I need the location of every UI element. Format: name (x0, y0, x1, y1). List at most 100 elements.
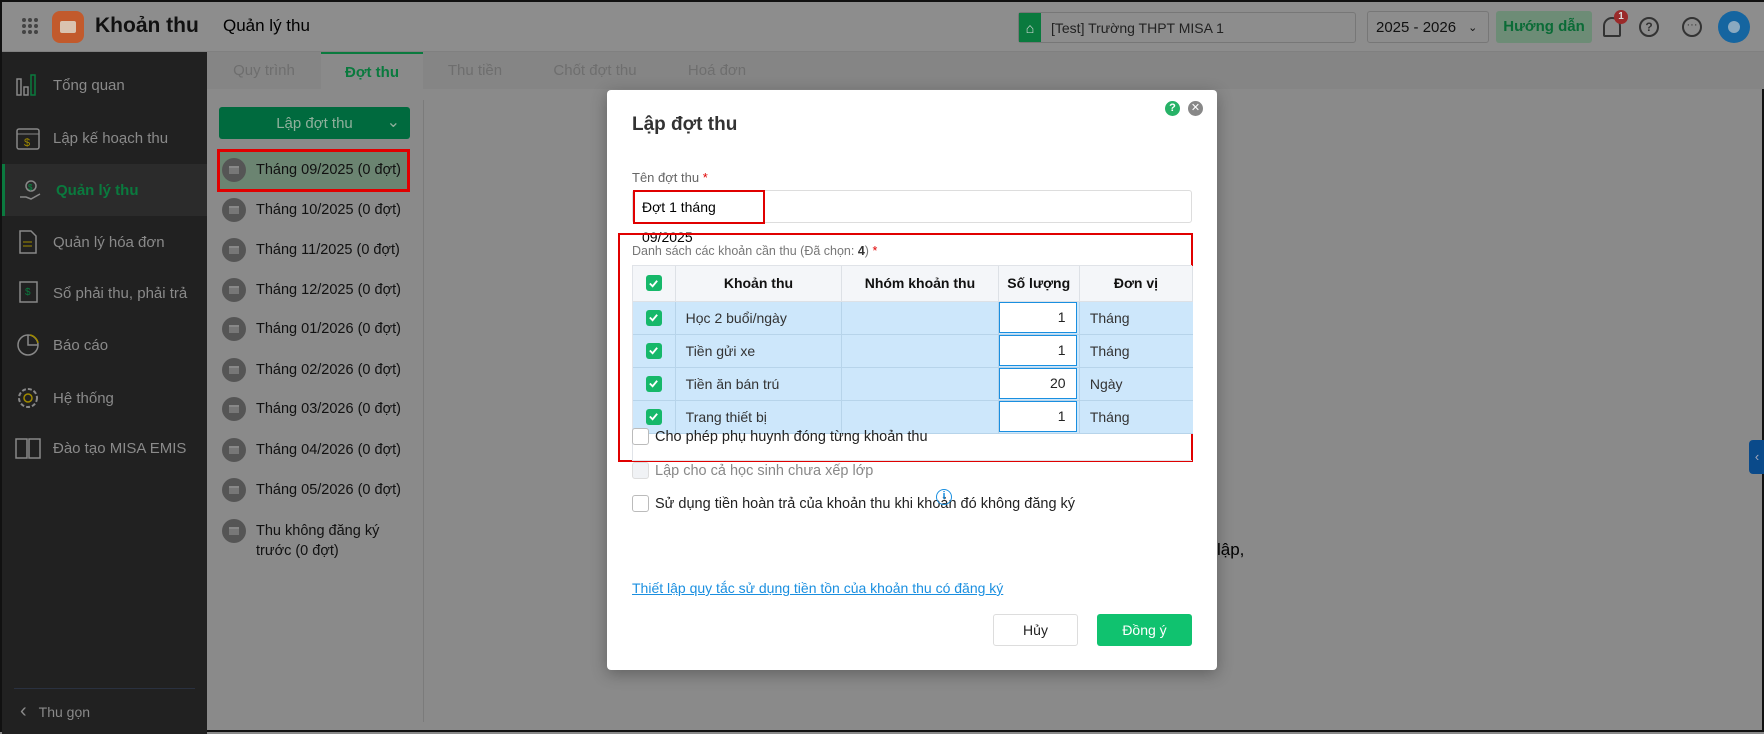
collapse-button[interactable]: ‹ Thu gọn (20, 700, 90, 723)
item-unit: Tháng (1079, 334, 1193, 368)
period-list-item[interactable]: Tháng 10/2025 (0 đợt) (222, 198, 410, 222)
row-select-cell (633, 367, 676, 401)
chevron-down-icon[interactable]: ⌄ (387, 112, 400, 132)
document-icon (13, 227, 43, 257)
sidebar-item[interactable]: Hệ thống (2, 372, 207, 424)
calendar-icon (222, 158, 246, 182)
quantity-input[interactable]: 1 (998, 401, 1077, 432)
app-name: Khoản thu (95, 14, 199, 37)
bar-chart-icon (13, 70, 43, 100)
sidebar-item[interactable]: $ Quản lý thu (2, 164, 207, 216)
period-label: Tháng 03/2026 (0 đợt) (256, 401, 401, 417)
quantity-input[interactable]: 1 (998, 302, 1077, 333)
period-list-item[interactable]: Tháng 02/2026 (0 đợt) (222, 358, 410, 382)
qty-cell: 20 (998, 367, 1080, 401)
side-panel-toggle[interactable]: ‹ (1749, 440, 1764, 474)
quantity-input[interactable]: 1 (998, 335, 1077, 366)
sidebar-item[interactable]: $ Lập kế hoạch thu (2, 112, 207, 164)
row-select-cell (633, 334, 676, 368)
tab-bar: Quy trình Đợt thu Thu tiền Chốt đợt thu … (207, 52, 1764, 89)
quantity-input[interactable]: 20 (998, 368, 1077, 399)
option-label: Lập cho cả học sinh chưa xếp lớp (655, 462, 874, 479)
sidebar-item[interactable]: Tổng quan (2, 59, 207, 111)
guide-button[interactable]: Hướng dẫn (1496, 11, 1592, 43)
period-label: Tháng 10/2025 (0 đợt) (256, 202, 401, 218)
ledger-icon: $ (13, 278, 43, 308)
svg-text:$: $ (24, 137, 30, 149)
tab-hoa-don[interactable]: Hoá đơn (663, 52, 771, 89)
calendar-icon (222, 397, 246, 421)
option-checkbox[interactable] (632, 495, 649, 512)
items-label-text: Danh sách các khoản cần thu (Đã chọn: (632, 244, 858, 258)
select-all-checkbox[interactable] (645, 275, 662, 292)
tab-dot-thu[interactable]: Đợt thu (321, 52, 423, 89)
option-checkbox (632, 462, 649, 479)
more-icon[interactable]: ··· (1682, 17, 1702, 37)
period-list-item[interactable]: Tháng 09/2025 (0 đợt) (222, 158, 410, 182)
sidebar-divider (14, 688, 195, 689)
close-icon[interactable]: ✕ (1188, 101, 1203, 116)
period-list-item[interactable]: Tháng 12/2025 (0 đợt) (222, 278, 410, 302)
svg-text:$: $ (28, 183, 33, 192)
period-label: Tháng 01/2026 (0 đợt) (256, 321, 401, 337)
option-checkbox[interactable] (632, 428, 649, 445)
svg-text:$: $ (25, 287, 31, 298)
qty-cell: 1 (998, 301, 1080, 335)
sidebar-item[interactable]: $ Sổ phải thu, phải trả (2, 267, 207, 319)
select-all-cell (633, 266, 676, 302)
period-list-item[interactable]: Tháng 01/2026 (0 đợt) (222, 317, 410, 341)
help-icon[interactable]: ? (1165, 101, 1180, 116)
help-icon[interactable]: ? (1639, 17, 1659, 37)
period-label: Thu không đăng ký trước (0 đợt) (256, 523, 380, 559)
required-mark: * (702, 170, 708, 185)
cancel-button[interactable]: Hủy (993, 614, 1078, 646)
row-checkbox[interactable] (645, 375, 662, 392)
table-row[interactable]: Học 2 buổi/ngày 1 Tháng (633, 301, 1193, 335)
calendar-icon (222, 317, 246, 341)
col-header-name: Khoản thu (675, 266, 843, 302)
sidebar-item[interactable]: Báo cáo (2, 319, 207, 371)
period-list-item[interactable]: Tháng 11/2025 (0 đợt) (222, 238, 410, 262)
school-year-select[interactable]: 2025 - 2026 ⌄ (1367, 11, 1489, 43)
table-row[interactable]: Tiền ăn bán trú 20 Ngày (633, 367, 1193, 401)
name-label: Tên đợt thu (632, 170, 700, 185)
calendar-dollar-icon: $ (13, 123, 43, 153)
option-checkbox-row[interactable]: Sử dụng tiền hoàn trả của khoản thu khi … (632, 495, 1075, 512)
school-name: [Test] Trường THPT MISA 1 (1051, 19, 1224, 36)
sidebar-item[interactable]: Đào tạo MISA EMIS (2, 422, 207, 474)
row-select-cell (633, 301, 676, 335)
avatar[interactable] (1718, 11, 1750, 43)
period-list-item[interactable]: Tháng 04/2026 (0 đợt) (222, 438, 410, 462)
period-list-item[interactable]: Thu không đăng ký trước (0 đợt) (222, 519, 410, 561)
name-label-row: Tên đợt thu * (632, 170, 708, 185)
calendar-icon (222, 278, 246, 302)
period-list-item[interactable]: Tháng 05/2026 (0 đợt) (222, 478, 410, 502)
sidebar-item[interactable]: Quản lý hóa đơn (2, 216, 207, 268)
confirm-button[interactable]: Đồng ý (1097, 614, 1192, 646)
app-grid-icon[interactable] (22, 18, 38, 34)
tab-thu-tien[interactable]: Thu tiền (423, 52, 527, 89)
period-label: Tháng 04/2026 (0 đợt) (256, 442, 401, 458)
item-unit: Ngày (1079, 367, 1193, 401)
sidebar-item-label: Hệ thống (53, 389, 114, 407)
app-logo (52, 11, 84, 43)
school-selector[interactable]: ⌂ [Test] Trường THPT MISA 1 (1018, 12, 1356, 43)
tab-chot-dot-thu[interactable]: Chốt đợt thu (527, 52, 663, 89)
table-row[interactable]: Tiền gửi xe 1 Tháng (633, 334, 1193, 368)
option-label: Cho phép phụ huynh đóng từng khoản thu (655, 428, 928, 445)
item-name: Tiền gửi xe (675, 334, 843, 368)
selected-count: 4 (857, 244, 865, 258)
background-text: lập, (1217, 540, 1245, 559)
tab-quy-trinh[interactable]: Quy trình (207, 52, 321, 89)
required-mark: * (872, 244, 878, 258)
info-icon[interactable]: i (936, 489, 952, 505)
row-checkbox[interactable] (645, 408, 662, 425)
row-checkbox[interactable] (645, 309, 662, 326)
option-checkbox-row[interactable]: Cho phép phụ huynh đóng từng khoản thu (632, 428, 928, 445)
item-group (841, 301, 999, 335)
create-period-button[interactable]: Lập đợt thu ⌄ (219, 107, 410, 139)
row-checkbox[interactable] (645, 342, 662, 359)
period-list-item[interactable]: Tháng 03/2026 (0 đợt) (222, 397, 410, 421)
settings-link[interactable]: Thiết lập quy tắc sử dụng tiền tồn của k… (632, 580, 1003, 596)
qty-cell: 1 (998, 334, 1080, 368)
